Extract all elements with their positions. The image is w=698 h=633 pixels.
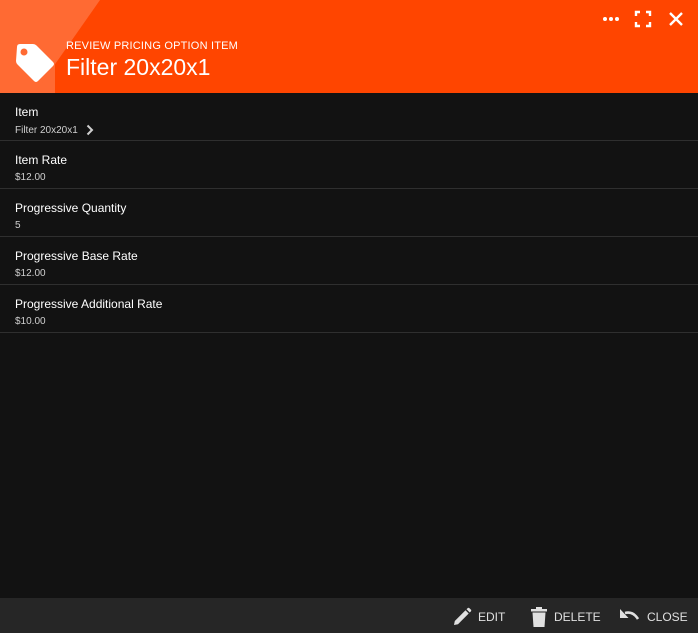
more-horizontal-icon: [603, 17, 619, 21]
field-value: 5: [15, 220, 21, 231]
field-label: Progressive Base Rate: [15, 249, 138, 263]
pencil-icon: [454, 607, 472, 625]
pricing-option-item-dialog: REVIEW PRICING OPTION ITEM Filter 20x20x…: [0, 0, 698, 633]
delete-button[interactable]: DELETE: [530, 607, 601, 627]
field-progressive-additional-rate: Progressive Additional Rate $10.00: [0, 285, 698, 333]
field-value: $12.00: [15, 268, 46, 279]
field-value: $10.00: [15, 316, 46, 327]
field-progressive-base-rate: Progressive Base Rate $12.00: [0, 237, 698, 285]
chevron-right-icon: [86, 124, 94, 136]
dialog-footer: EDIT DELETE CLOSE: [0, 598, 698, 633]
field-label: Item: [15, 105, 39, 119]
field-progressive-quantity: Progressive Quantity 5: [0, 189, 698, 237]
delete-label: DELETE: [554, 610, 601, 624]
field-value: Filter 20x20x1: [15, 124, 78, 136]
tag-icon: [16, 44, 54, 82]
dialog-header: REVIEW PRICING OPTION ITEM Filter 20x20x…: [0, 0, 698, 93]
field-label: Progressive Quantity: [15, 201, 127, 215]
close-x-button[interactable]: [665, 8, 687, 30]
edit-label: EDIT: [478, 610, 506, 624]
item-link[interactable]: Filter 20x20x1: [15, 124, 94, 136]
field-label: Progressive Additional Rate: [15, 297, 163, 311]
more-options-button[interactable]: [600, 8, 622, 30]
field-item: Item Filter 20x20x1: [0, 93, 698, 141]
fullscreen-icon: [634, 10, 652, 28]
edit-button[interactable]: EDIT: [452, 607, 505, 627]
close-button[interactable]: CLOSE: [619, 607, 688, 627]
undo-icon: [620, 609, 640, 620]
close-label: CLOSE: [647, 610, 688, 624]
field-label: Item Rate: [15, 153, 68, 167]
trash-icon: [531, 607, 547, 627]
fullscreen-button[interactable]: [632, 8, 654, 30]
close-icon: [669, 12, 683, 26]
dialog-title: Filter 20x20x1: [66, 54, 211, 80]
field-item-rate: Item Rate $12.00: [0, 141, 698, 189]
field-value: $12.00: [15, 172, 46, 183]
dialog-subtitle: REVIEW PRICING OPTION ITEM: [66, 40, 239, 52]
dialog-body: Item Filter 20x20x1 Item Rate $12.00 Pro…: [0, 93, 698, 598]
